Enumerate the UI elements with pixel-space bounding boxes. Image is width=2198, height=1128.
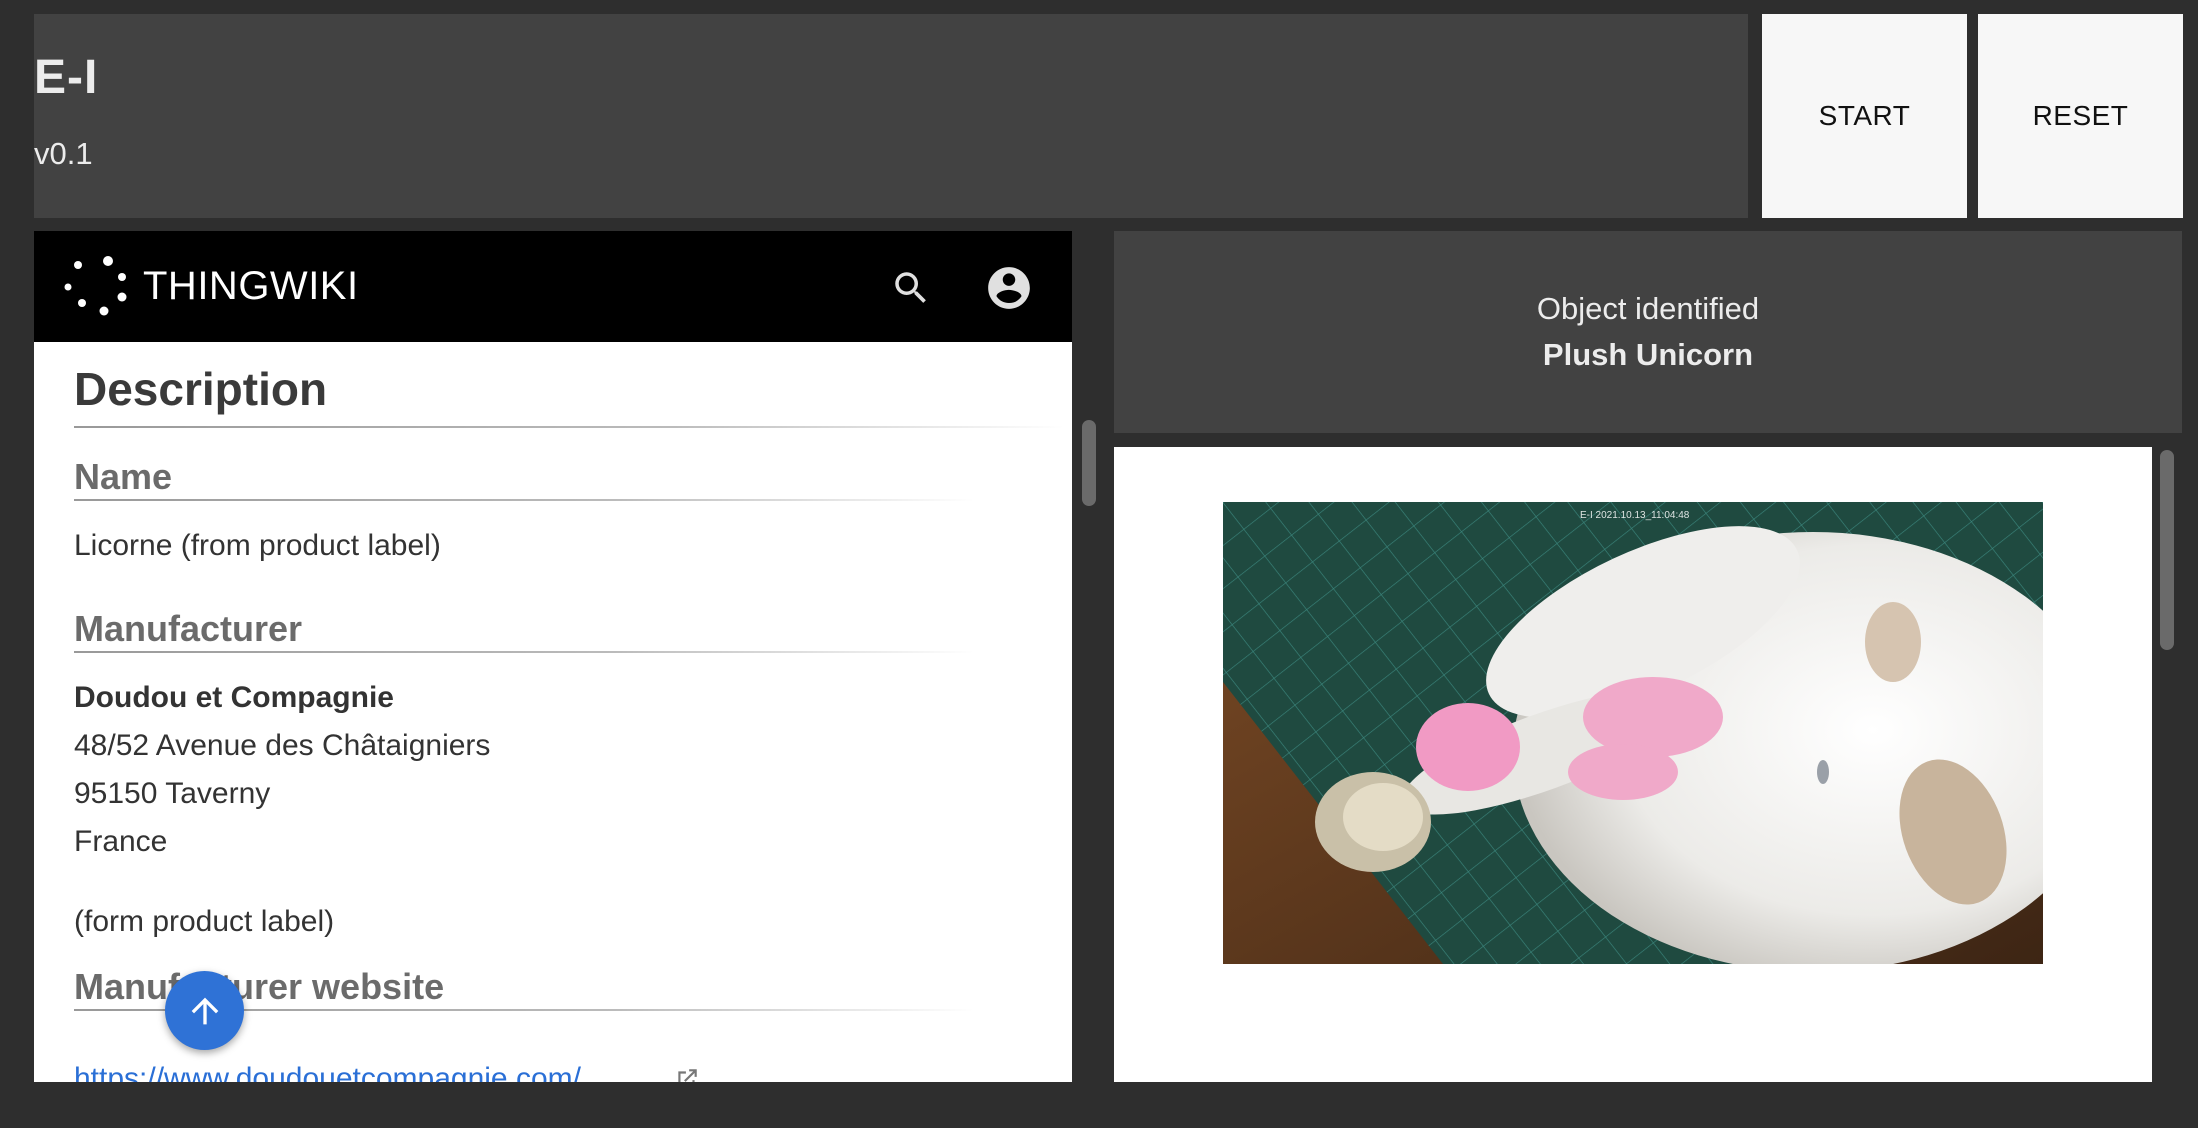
name-heading: Name xyxy=(74,456,173,497)
capture-scrollbar[interactable] xyxy=(2160,450,2174,650)
identification-label: Object identified xyxy=(1536,291,1760,326)
wiki-brand[interactable]: THINGWIKI xyxy=(143,264,359,309)
divider xyxy=(74,651,974,653)
start-button[interactable]: START xyxy=(1762,14,1967,218)
external-link-icon xyxy=(678,1069,697,1082)
name-value: Licorne (from product label) xyxy=(74,529,441,562)
account-circle-icon[interactable] xyxy=(984,263,1034,313)
app-version: v0.1 xyxy=(34,136,93,171)
reset-button[interactable]: RESET xyxy=(1978,14,2183,218)
divider xyxy=(74,499,974,501)
manufacturer-address-line2: 95150 Taverny xyxy=(74,777,271,810)
wiki-frame[interactable]: THINGWIKI Description Name Licorne (from… xyxy=(34,231,1072,1082)
scroll-to-top-button[interactable] xyxy=(165,971,244,1050)
manufacturer-note: (form product label) xyxy=(74,905,335,938)
arrow-up-icon xyxy=(191,997,218,1024)
wiki-navbar: THINGWIKI xyxy=(34,231,1072,342)
wiki-scrollbar[interactable] xyxy=(1082,420,1096,506)
manufacturer-name: Doudou et Compagnie xyxy=(74,681,394,714)
manufacturer-heading: Manufacturer xyxy=(74,608,303,649)
capture-panel xyxy=(1114,447,2152,1082)
captured-photo xyxy=(1223,502,2043,964)
search-icon[interactable] xyxy=(890,267,932,309)
photo-timestamp: E-I 2021.10.13_11:04:48 xyxy=(1580,510,1690,521)
app-title: E-I xyxy=(34,51,99,104)
manufacturer-country: France xyxy=(74,825,168,858)
manufacturer-website-link[interactable]: https://www.doudouetcompagnie.com/ xyxy=(74,1062,581,1082)
identification-panel: Object identified Plush Unicorn xyxy=(1114,231,2182,433)
manufacturer-address-line1: 48/52 Avenue des Châtaigniers xyxy=(74,729,491,762)
thingwiki-logo-icon[interactable] xyxy=(64,253,134,323)
app-header: E-I v0.1 xyxy=(34,14,1748,218)
divider xyxy=(74,426,1064,428)
website-heading: Manufacturer website xyxy=(74,966,445,1007)
description-heading: Description xyxy=(74,363,328,415)
identified-object: Plush Unicorn xyxy=(1542,337,1754,372)
